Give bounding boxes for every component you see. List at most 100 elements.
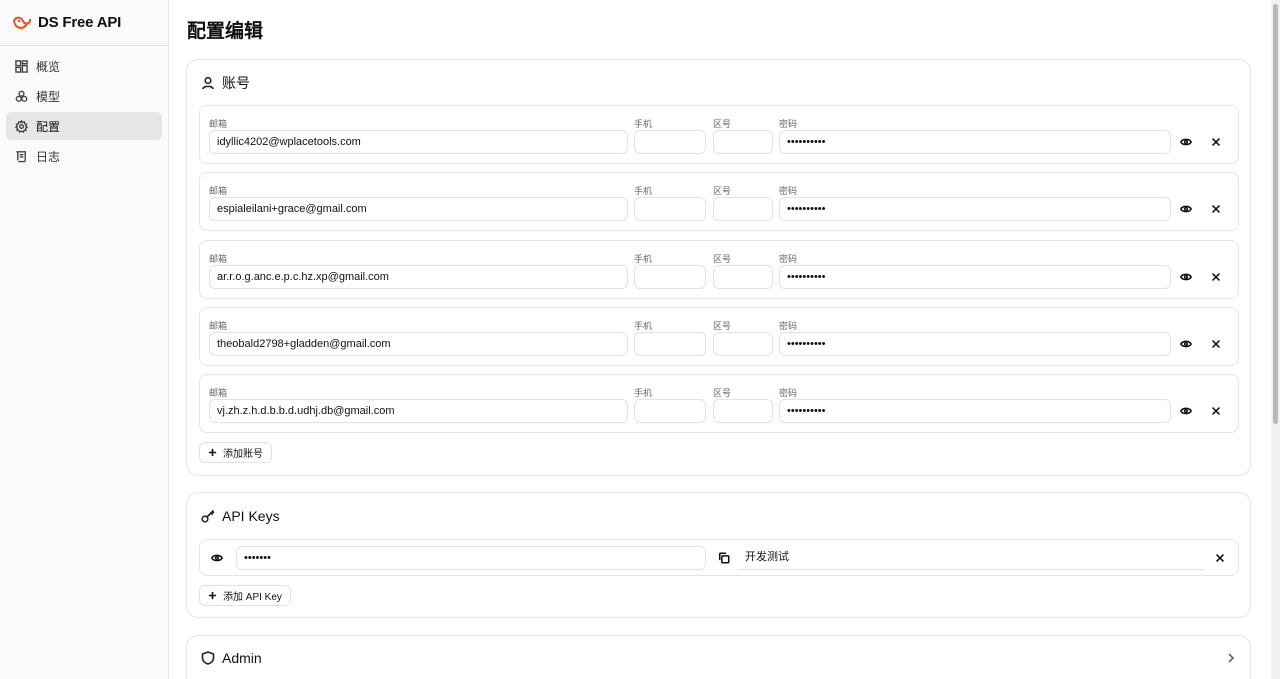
sidebar-item-overview[interactable]: 概览 <box>6 52 162 80</box>
api-keys-card: API Keys ••••••• 开发测试 添加 API Key <box>186 492 1251 618</box>
add-api-key-button[interactable]: 添加 API Key <box>199 585 291 606</box>
admin-header: Admin <box>187 636 1250 679</box>
api-key-field[interactable]: ••••••• <box>236 546 706 570</box>
page-title: 配置编辑 <box>187 21 264 42</box>
account-row: 邮箱 手机 区号 密码 vj.zh.z.h.d.b.b.d.udhj.db@gm… <box>199 374 1239 433</box>
api-keys-header: API Keys <box>187 493 1250 539</box>
accounts-title: 账号 <box>222 75 250 91</box>
password-field[interactable]: •••••••••• <box>779 197 1171 221</box>
chevron-right-icon <box>1228 653 1235 663</box>
password-label: 密码 <box>779 388 798 398</box>
show-password-button[interactable] <box>1178 403 1194 419</box>
eye-icon <box>1180 340 1192 348</box>
eye-icon <box>1180 407 1192 415</box>
email-label: 邮箱 <box>209 321 228 331</box>
password-field[interactable]: •••••••••• <box>779 130 1171 154</box>
plus-icon <box>208 591 217 600</box>
plus-icon <box>208 448 217 457</box>
show-password-button[interactable] <box>1178 201 1194 217</box>
close-icon <box>1212 138 1220 146</box>
phone-field[interactable] <box>634 399 706 423</box>
api-key-name-field[interactable]: 开发测试 <box>738 546 1204 570</box>
email-label: 邮箱 <box>209 186 228 196</box>
key-icon <box>201 509 215 523</box>
main-content: 配置编辑 账号 邮箱 手机 区号 密码 idyllic4202@wplaceto… <box>169 0 1280 679</box>
phone-field[interactable] <box>634 197 706 221</box>
account-row: 邮箱 手机 区号 密码 ar.r.o.g.anc.e.p.c.hz.xp@gma… <box>199 240 1239 299</box>
phone-field[interactable] <box>634 265 706 289</box>
sidebar-item-label: 日志 <box>36 149 61 164</box>
add-account-button[interactable]: 添加账号 <box>199 442 272 463</box>
password-field[interactable]: •••••••••• <box>779 399 1171 423</box>
area-code-field[interactable] <box>713 265 773 289</box>
gear-icon <box>15 119 28 133</box>
remove-account-button[interactable] <box>1208 403 1224 419</box>
phone-field[interactable] <box>634 130 706 154</box>
sidebar-nav: 概览 模型 配置 日志 <box>0 46 168 178</box>
scrollbar-thumb[interactable] <box>1273 4 1278 424</box>
area-label: 区号 <box>713 254 732 264</box>
accounts-card: 账号 邮箱 手机 区号 密码 idyllic4202@wplacetools.c… <box>186 59 1251 476</box>
app-title: DS Free API <box>38 14 122 31</box>
email-field[interactable]: vj.zh.z.h.d.b.b.d.udhj.db@gmail.com <box>209 399 628 423</box>
password-field[interactable]: •••••••••• <box>779 265 1171 289</box>
area-code-field[interactable] <box>713 130 773 154</box>
area-code-field[interactable] <box>713 332 773 356</box>
remove-account-button[interactable] <box>1208 134 1224 150</box>
email-label: 邮箱 <box>209 388 228 398</box>
area-label: 区号 <box>713 321 732 331</box>
remove-account-button[interactable] <box>1208 269 1224 285</box>
account-row: 邮箱 手机 区号 密码 idyllic4202@wplacetools.com … <box>199 105 1239 164</box>
area-label: 区号 <box>713 186 732 196</box>
area-label: 区号 <box>713 388 732 398</box>
show-password-button[interactable] <box>1178 336 1194 352</box>
password-field[interactable]: •••••••••• <box>779 332 1171 356</box>
logo-icon <box>12 16 32 29</box>
copy-key-button[interactable] <box>716 550 732 566</box>
phone-label: 手机 <box>634 119 653 129</box>
eye-icon <box>211 554 223 562</box>
account-row: 邮箱 手机 区号 密码 theobald2798+gladden@gmail.c… <box>199 307 1239 366</box>
password-label: 密码 <box>779 254 798 264</box>
admin-title: Admin <box>222 650 262 666</box>
show-key-button[interactable] <box>209 550 225 566</box>
close-icon <box>1216 554 1224 562</box>
email-field[interactable]: idyllic4202@wplacetools.com <box>209 130 628 154</box>
sidebar-item-label: 模型 <box>36 89 61 104</box>
area-label: 区号 <box>713 119 732 129</box>
grid-icon <box>15 59 28 73</box>
eye-icon <box>1180 273 1192 281</box>
sidebar-item-logs[interactable]: 日志 <box>6 142 162 170</box>
phone-label: 手机 <box>634 388 653 398</box>
phone-field[interactable] <box>634 332 706 356</box>
close-icon <box>1212 407 1220 415</box>
accounts-header: 账号 <box>187 60 1250 106</box>
show-password-button[interactable] <box>1178 134 1194 150</box>
remove-key-button[interactable] <box>1212 550 1228 566</box>
sidebar-item-models[interactable]: 模型 <box>6 82 162 110</box>
email-field[interactable]: theobald2798+gladden@gmail.com <box>209 332 628 356</box>
show-password-button[interactable] <box>1178 269 1194 285</box>
scrollbar[interactable] <box>1271 0 1280 679</box>
sidebar-item-label: 配置 <box>36 119 61 134</box>
email-field[interactable]: ar.r.o.g.anc.e.p.c.hz.xp@gmail.com <box>209 265 628 289</box>
api-key-row: ••••••• 开发测试 <box>199 539 1239 576</box>
email-label: 邮箱 <box>209 119 228 129</box>
sidebar-item-config[interactable]: 配置 <box>6 112 162 140</box>
area-code-field[interactable] <box>713 197 773 221</box>
remove-account-button[interactable] <box>1208 336 1224 352</box>
remove-account-button[interactable] <box>1208 201 1224 217</box>
password-label: 密码 <box>779 186 798 196</box>
add-account-label: 添加账号 <box>223 449 263 460</box>
user-icon <box>202 76 214 90</box>
api-keys-title: API Keys <box>222 508 280 524</box>
scroll-icon <box>16 150 26 162</box>
copy-icon <box>718 552 730 564</box>
brand: DS Free API <box>0 0 168 46</box>
admin-card[interactable]: Admin <box>186 635 1251 679</box>
sidebar: DS Free API 概览 模型 配置 日志 <box>0 0 169 679</box>
shield-icon <box>201 651 215 665</box>
email-field[interactable]: espialeilani+grace@gmail.com <box>209 197 628 221</box>
phone-label: 手机 <box>634 254 653 264</box>
area-code-field[interactable] <box>713 399 773 423</box>
